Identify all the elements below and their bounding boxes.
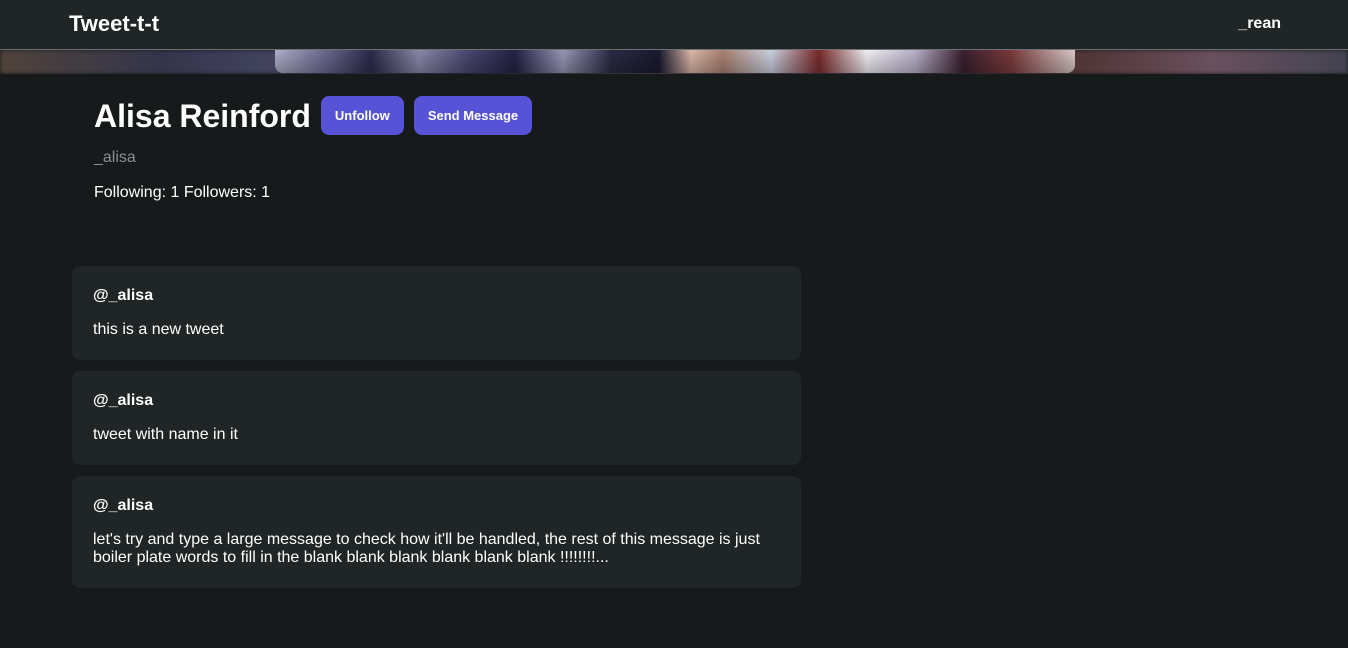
send-message-button[interactable]: Send Message [413, 96, 533, 135]
brand-logo-link[interactable]: Tweet-t-t [69, 11, 159, 37]
tweet-card: @_alisa let's try and type a large messa… [72, 476, 801, 588]
profile-name: Alisa Reinford [94, 97, 311, 134]
current-user-link[interactable]: _rean [1238, 15, 1281, 33]
tweet-card: @_alisa tweet with name in it [72, 371, 801, 465]
tweet-author[interactable]: @_alisa [93, 286, 780, 305]
tweet-author[interactable]: @_alisa [93, 496, 780, 515]
tweet-text: tweet with name in it [93, 426, 238, 443]
top-navbar: Tweet-t-t _rean [0, 0, 1348, 50]
unfollow-button[interactable]: Unfollow [320, 96, 404, 135]
tweet-text: let's try and type a large message to ch… [93, 531, 760, 566]
profile-name-row: Alisa Reinford Unfollow Send Message [94, 96, 533, 135]
profile-handle: _alisa [94, 149, 136, 166]
profile-header: Alisa Reinford Unfollow Send Message _al… [94, 96, 533, 202]
tweet-author[interactable]: @_alisa [93, 391, 780, 410]
profile-banner [0, 50, 1348, 74]
banner-image [275, 50, 1075, 73]
tweet-card: @_alisa this is a new tweet [72, 266, 801, 360]
tweet-text: this is a new tweet [93, 321, 224, 338]
tweet-list: @_alisa this is a new tweet @_alisa twee… [72, 266, 801, 599]
follow-stats: Following: 1 Followers: 1 [94, 184, 271, 201]
